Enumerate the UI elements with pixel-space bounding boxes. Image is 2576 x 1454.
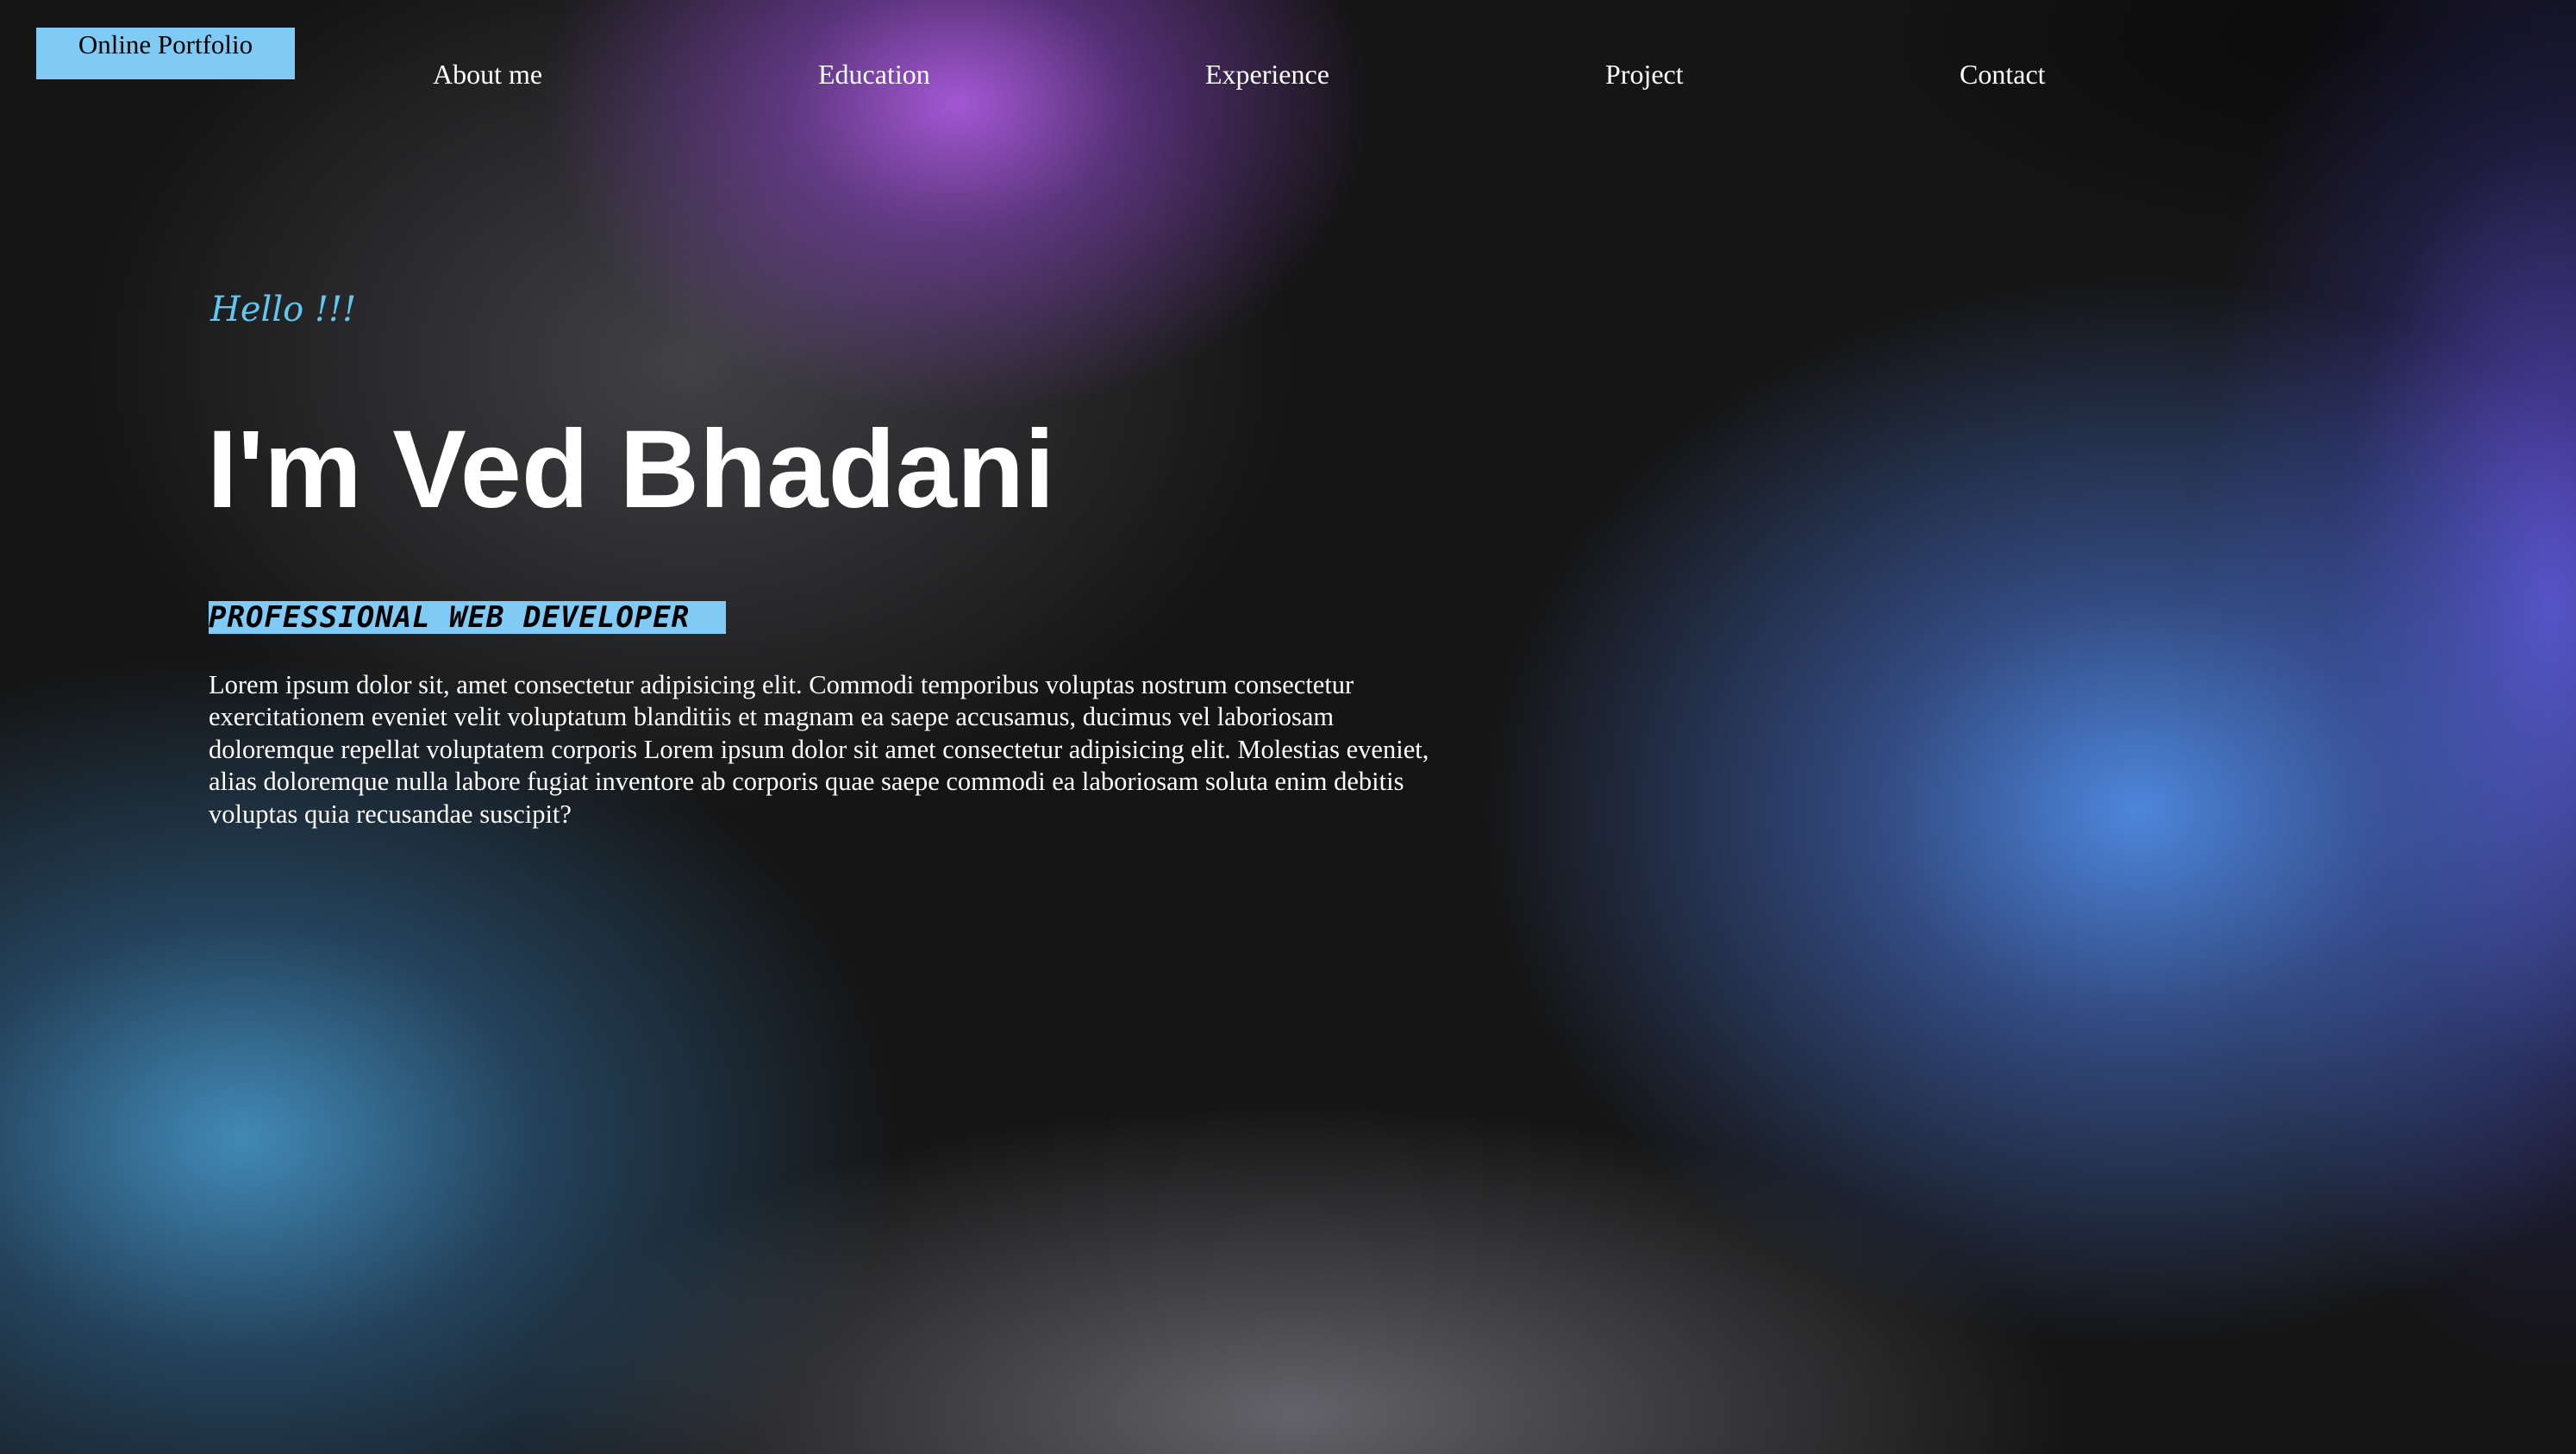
role-badge: PROFESSIONAL WEB DEVELOPER <box>209 601 726 634</box>
nav-contact[interactable]: Contact <box>1960 59 2046 91</box>
greeting-text: Hello !!! <box>210 290 357 329</box>
nav-about-me[interactable]: About me <box>433 59 542 91</box>
nav-education[interactable]: Education <box>818 59 930 91</box>
nav-project[interactable]: Project <box>1605 59 1684 91</box>
hero-name-heading: I'm Ved Bhadani <box>207 408 1055 531</box>
site-brand[interactable]: Online Portfolio <box>36 28 295 79</box>
nav-experience[interactable]: Experience <box>1205 59 1329 91</box>
intro-paragraph: Lorem ipsum dolor sit, amet consectetur … <box>209 670 1429 829</box>
